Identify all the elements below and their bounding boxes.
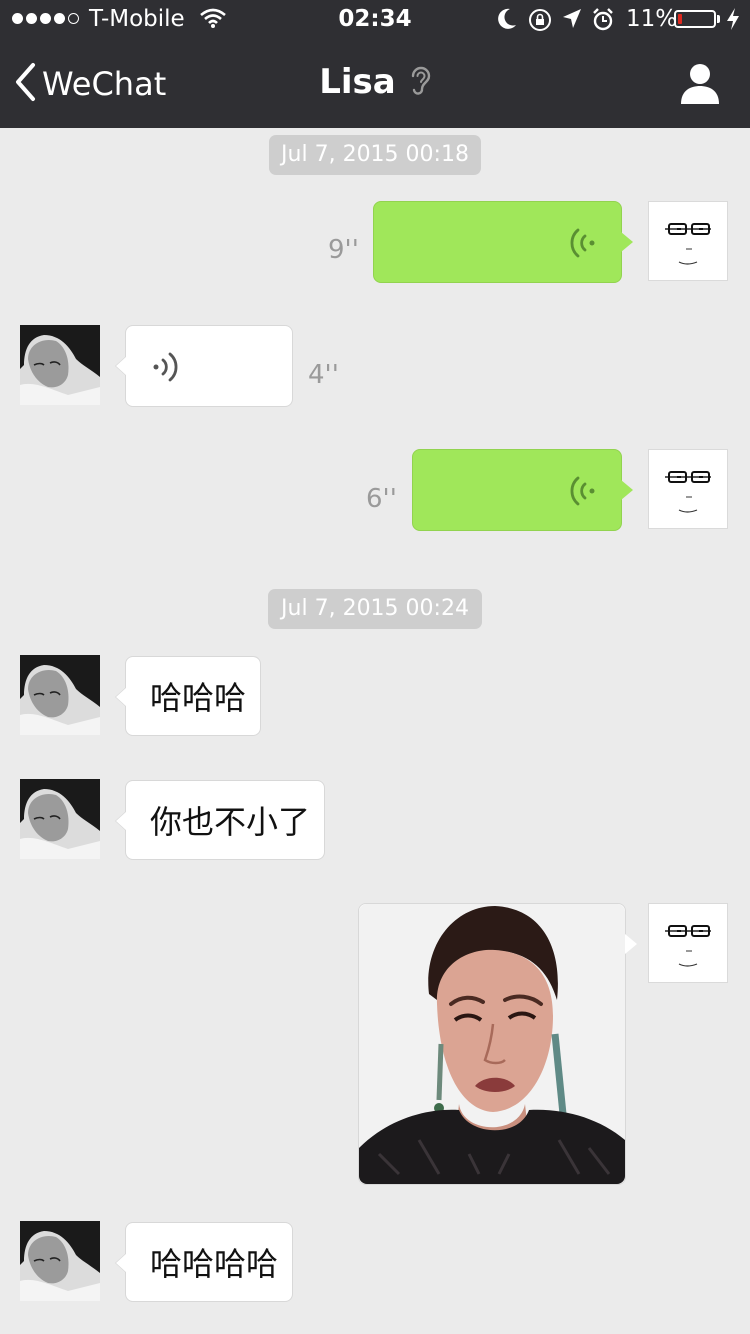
status-bar: T-Mobile 02:34 11% <box>0 0 750 40</box>
rotation-lock-icon <box>528 8 552 38</box>
voice-duration: 4'' <box>308 360 339 390</box>
wechat-chat-screen: T-Mobile 02:34 11% WeChat Lisa Jul 7, 20… <box>0 0 750 1334</box>
battery-percent: 11% <box>626 6 678 32</box>
my-avatar[interactable] <box>648 449 728 529</box>
contact-name: Lisa <box>319 62 396 102</box>
chat-info-button[interactable] <box>676 62 724 106</box>
contact-avatar[interactable] <box>20 779 100 859</box>
text-message-bubble[interactable]: 你也不小了 <box>115 780 325 860</box>
text-message-bubble[interactable]: 哈哈哈 <box>115 656 261 736</box>
contact-avatar[interactable] <box>20 325 100 405</box>
voice-duration: 6'' <box>366 484 397 514</box>
voice-message-bubble[interactable] <box>373 201 633 283</box>
battery-icon <box>674 10 716 28</box>
message-text: 哈哈哈哈 <box>150 1245 279 1283</box>
contact-avatar[interactable] <box>20 655 100 735</box>
ear-icon <box>409 64 431 100</box>
alarm-icon <box>592 8 614 38</box>
timestamp-divider: Jul 7, 2015 00:24 <box>268 589 482 629</box>
my-avatar[interactable] <box>648 201 728 281</box>
location-arrow-icon <box>562 8 582 36</box>
top-bar: T-Mobile 02:34 11% WeChat Lisa <box>0 0 750 128</box>
image-message-bubble[interactable] <box>358 903 637 1185</box>
message-text: 哈哈哈 <box>150 679 247 717</box>
voice-wave-icon <box>150 350 178 388</box>
voice-wave-icon <box>570 474 598 512</box>
message-text: 你也不小了 <box>150 803 311 841</box>
chevron-left-icon <box>14 62 36 106</box>
contact-avatar[interactable] <box>20 1221 100 1301</box>
text-message-bubble[interactable]: 哈哈哈哈 <box>115 1222 293 1302</box>
back-label: WeChat <box>42 65 167 103</box>
moon-icon <box>496 7 518 37</box>
charging-bolt-icon <box>726 7 740 37</box>
navigation-bar: WeChat Lisa <box>0 40 750 128</box>
person-icon <box>676 64 724 110</box>
my-avatar[interactable] <box>648 903 728 983</box>
back-button[interactable]: WeChat <box>14 60 166 108</box>
sticker-photo <box>359 904 625 1184</box>
battery-fill <box>678 14 682 24</box>
voice-duration: 9'' <box>328 235 359 265</box>
voice-wave-icon <box>570 226 598 264</box>
voice-message-bubble[interactable] <box>115 325 293 407</box>
timestamp-divider: Jul 7, 2015 00:18 <box>269 135 481 175</box>
voice-message-bubble[interactable] <box>412 449 633 531</box>
